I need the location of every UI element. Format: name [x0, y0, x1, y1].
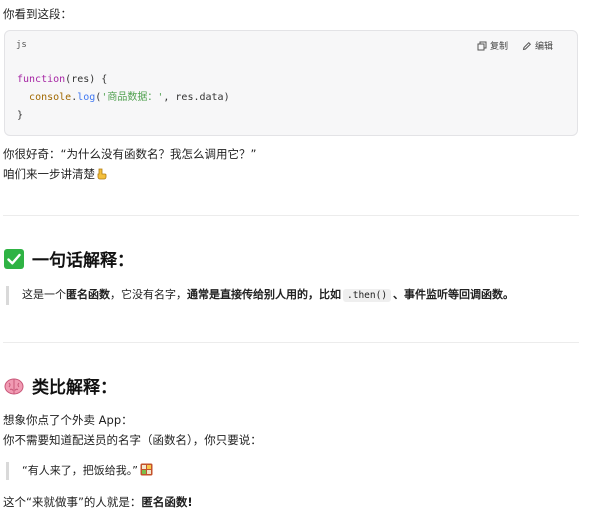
- code-function: log: [77, 92, 96, 103]
- quote-bold-text: 通常是直接传给别人用的，比如: [187, 288, 341, 301]
- quote-bold-text: 、事件监听等回调函数。: [393, 288, 515, 301]
- divider: [3, 215, 579, 216]
- quote-text: “有人来了，把饭给我。”: [22, 464, 138, 477]
- analogy-line-2: 你不需要知道配送员的名字（函数名），你只要说：: [3, 433, 262, 447]
- code-content: function(res) { console.log('商品数据：', res…: [17, 71, 230, 125]
- code-object: console: [29, 92, 72, 103]
- step-content: 咱们来一步讲清楚: [3, 167, 95, 181]
- step-text: 咱们来一步讲清楚: [3, 166, 107, 182]
- code-line-3: }: [17, 107, 230, 125]
- quote-bold-text: 匿名函数: [66, 288, 110, 301]
- question-text: 你很好奇：“为什么没有函数名？我怎么调用它？”: [3, 146, 256, 162]
- section-heading-summary: 一句话解释：: [4, 246, 134, 271]
- section-heading-analogy: 类比解释：: [4, 373, 117, 398]
- code-text: , res.data): [163, 92, 230, 103]
- edit-button[interactable]: 编辑: [522, 39, 553, 52]
- code-line-1: function(res) {: [17, 71, 230, 89]
- intro-text: 你看到这段：: [3, 7, 72, 21]
- conclusion-plain: 这个“来就做事”的人就是：: [3, 495, 142, 509]
- copy-icon: [477, 41, 487, 51]
- question-content: 你很好奇：“为什么没有函数名？我怎么调用它？”: [3, 147, 257, 161]
- brain-icon: [4, 376, 24, 396]
- conclusion-text: 这个“来就做事”的人就是：匿名函数!: [3, 494, 193, 510]
- code-text: (res) {: [65, 74, 108, 85]
- section-title: 一句话解释：: [32, 251, 134, 271]
- copy-label: 复制: [489, 42, 508, 52]
- code-keyword: function: [17, 74, 66, 85]
- point-down-icon: [96, 168, 107, 180]
- edit-label: 编辑: [534, 42, 553, 52]
- summary-quote: 这是一个匿名函数，它没有名字，通常是直接传给别人用的，比如 .then() 、事件监…: [6, 286, 514, 305]
- code-string: '商品数据：': [101, 92, 164, 103]
- inline-code: .then(): [343, 289, 392, 302]
- section-title: 类比解释：: [32, 378, 117, 398]
- code-line-2: console.log('商品数据：', res.data): [17, 89, 230, 107]
- code-block: js 复制 编辑 function(res) { console.log('商品…: [4, 30, 578, 136]
- code-language-label: js: [16, 40, 27, 50]
- analogy-quote: “有人来了，把饭给我。”: [6, 462, 153, 480]
- edit-icon: [522, 41, 532, 51]
- divider: [3, 342, 579, 343]
- code-actions: 复制 编辑: [477, 39, 553, 52]
- copy-button[interactable]: 复制: [477, 39, 508, 52]
- check-mark-icon: [4, 248, 24, 269]
- quote-text: ，它没有名字，: [110, 288, 187, 301]
- quote-text: 这是一个: [22, 288, 66, 301]
- bento-box-icon: [140, 463, 153, 476]
- analogy-line-1: 想象你点了个外卖 App：: [3, 413, 133, 427]
- conclusion-bold: 匿名函数!: [141, 495, 193, 509]
- code-text: }: [17, 110, 24, 121]
